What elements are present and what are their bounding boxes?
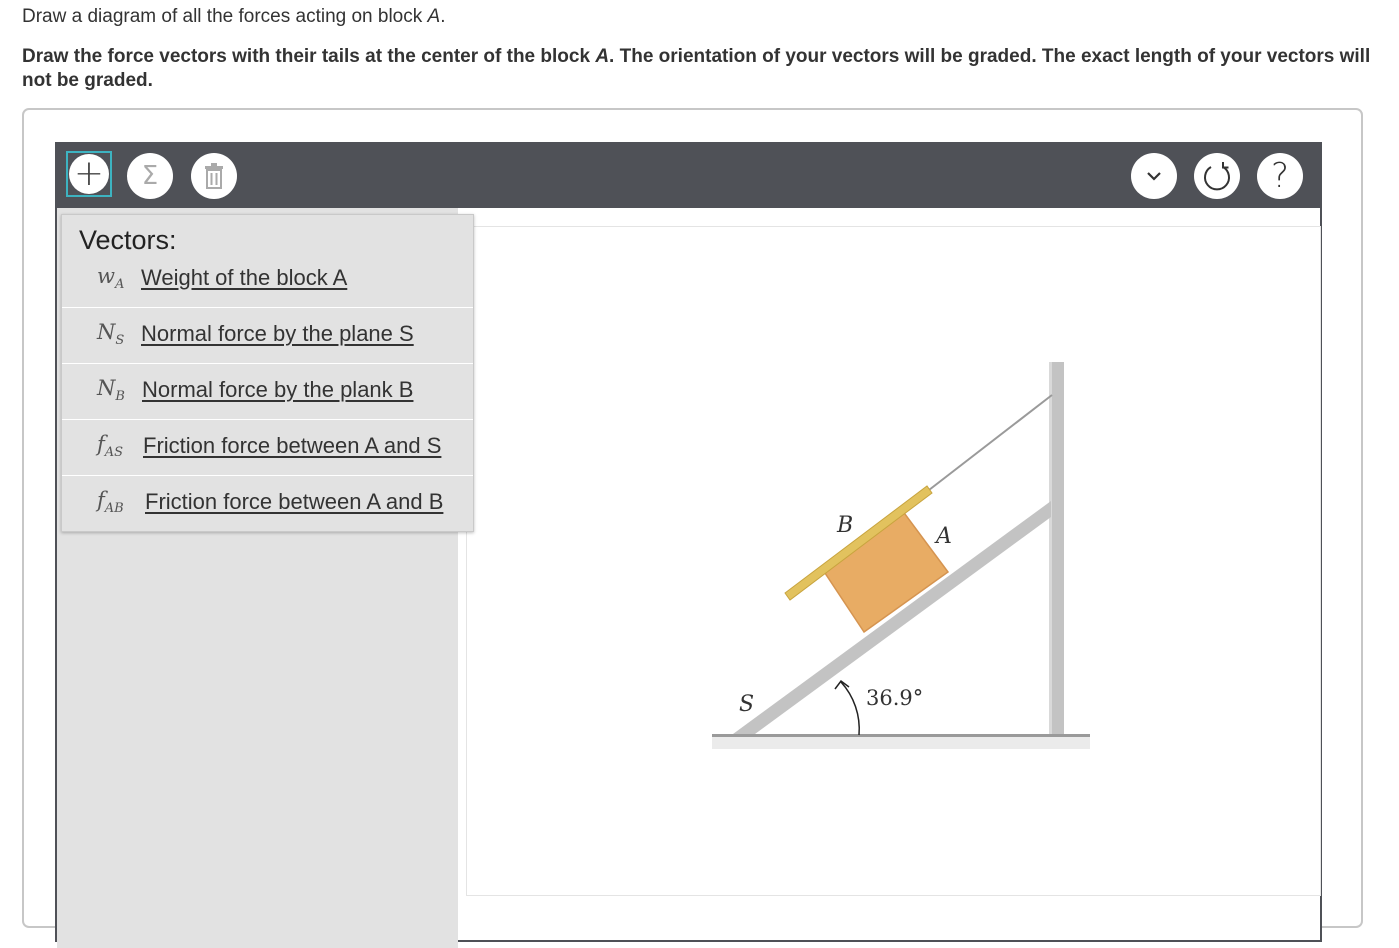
label-b: B <box>836 513 853 538</box>
chevron-down-icon <box>1147 172 1161 181</box>
label-a: A <box>934 524 952 549</box>
vector-symbol: NS <box>97 320 125 349</box>
help-button[interactable]: ? <box>1257 153 1303 199</box>
sum-button[interactable]: Σ <box>127 153 173 199</box>
ground-shadow <box>712 737 1090 749</box>
add-vector-button[interactable]: + <box>66 151 112 197</box>
drawing-canvas[interactable]: B A S 36.9° <box>466 226 1321 896</box>
vector-symbol: fAB <box>97 488 124 517</box>
incline-figure: B A S 36.9° <box>712 362 1090 749</box>
toolbar: + Σ ? <box>57 144 1320 208</box>
angle-arc <box>840 681 860 736</box>
menu-item-friction-ab[interactable]: fAB Friction force between A and B <box>62 476 473 532</box>
menu-item-normal-s[interactable]: NS Normal force by the plane S <box>62 308 473 364</box>
vector-symbol: wA <box>97 264 125 293</box>
vector-symbol: NB <box>97 376 125 405</box>
menu-item-label: Normal force by the plank B <box>142 377 414 402</box>
help-icon: ? <box>1270 156 1290 196</box>
menu-item-friction-as[interactable]: fAS Friction force between A and S <box>62 420 473 476</box>
menu-item-label: Friction force between A and S <box>143 433 442 458</box>
angle-arrowhead <box>834 679 850 690</box>
reset-icon <box>1204 162 1230 191</box>
delete-button[interactable] <box>191 153 237 199</box>
menu-item-label: Weight of the block A <box>141 265 348 290</box>
label-s: S <box>739 692 754 717</box>
sigma-icon: Σ <box>141 161 159 191</box>
trash-icon <box>205 163 223 189</box>
angle-label: 36.9° <box>866 686 923 710</box>
menu-item-label: Friction force between A and B <box>145 489 444 514</box>
plus-icon: + <box>73 153 105 194</box>
menu-item-weight[interactable]: wA Weight of the block A <box>62 252 473 308</box>
vector-symbol: fAS <box>97 432 124 461</box>
options-dropdown-button[interactable] <box>1131 153 1177 199</box>
ground-line <box>712 734 1090 737</box>
menu-item-label: Normal force by the plane S <box>141 321 414 346</box>
rope <box>928 394 1053 491</box>
reset-button[interactable] <box>1194 153 1240 199</box>
vectors-menu: Vectors: wA Weight of the block A NS Nor… <box>61 214 474 532</box>
menu-item-normal-b[interactable]: NB Normal force by the plank B <box>62 364 473 420</box>
question-line-1: Draw a diagram of all the forces acting … <box>22 6 446 27</box>
question-line-2: Draw the force vectors with their tails … <box>22 46 1371 91</box>
